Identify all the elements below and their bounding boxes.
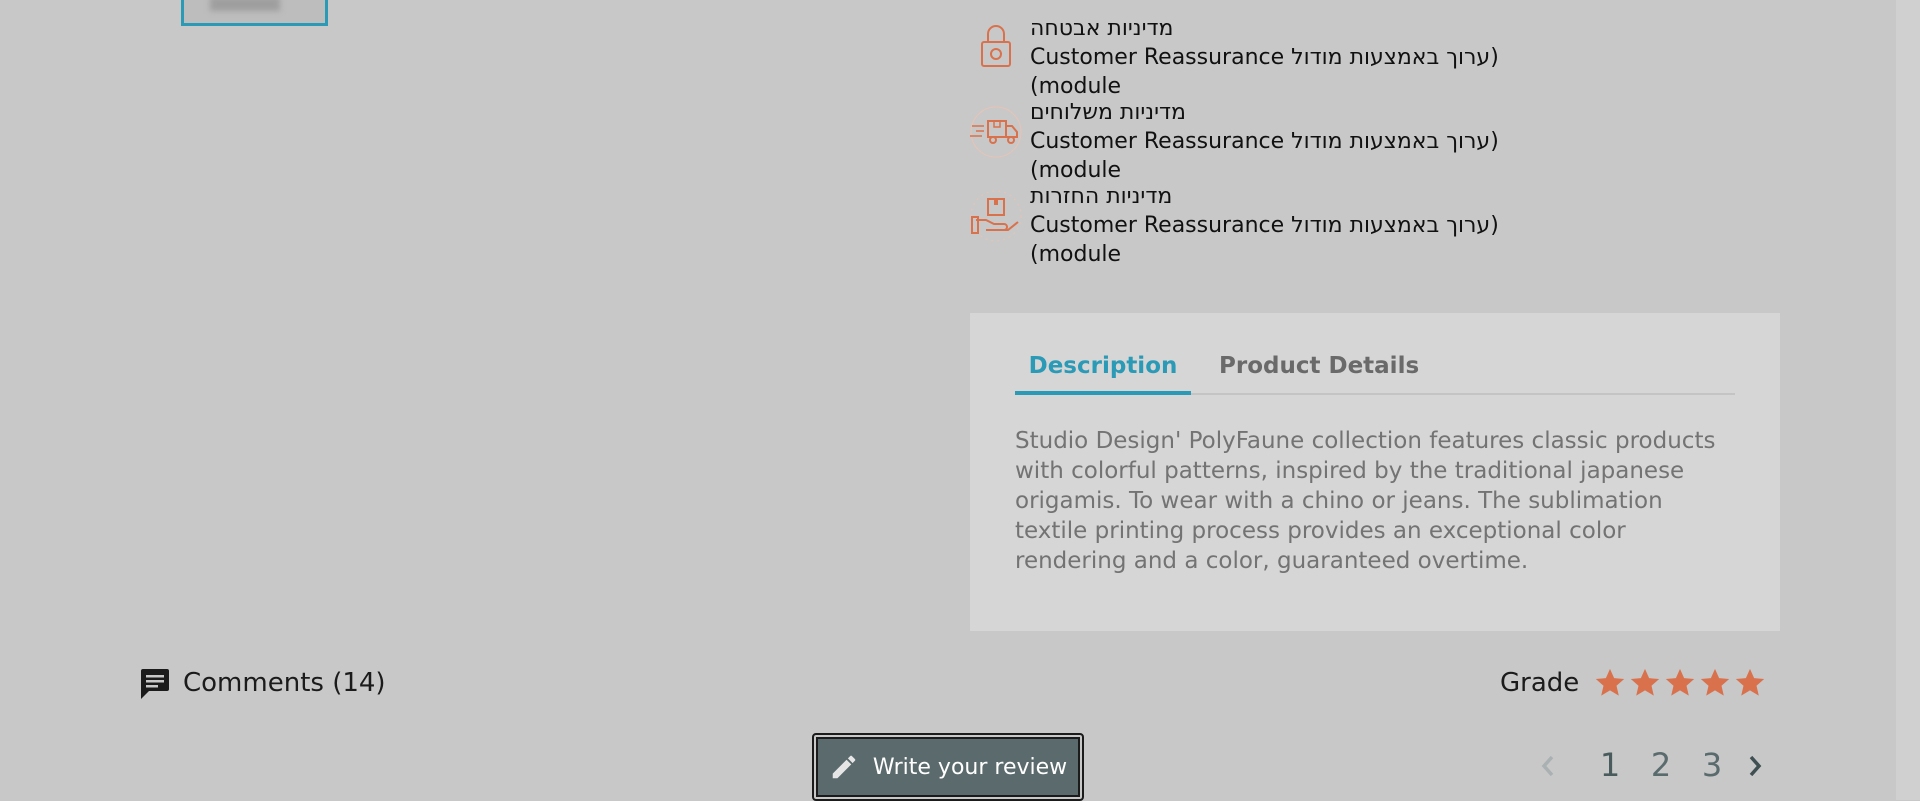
star-icon: [1736, 668, 1765, 696]
star-icon: [1631, 668, 1660, 696]
reassurance-item-shipping: מדיניות משלוחים (ערוך באמצעות מודול Cust…: [968, 98, 1608, 183]
delivery-truck-icon: [970, 106, 1022, 158]
product-info-panel: Description Product Details Studio Desig…: [970, 313, 1780, 631]
grade-summary: Grade: [1500, 663, 1768, 703]
comments-count-label: Comments (14): [183, 668, 386, 698]
product-description: Studio Design' PolyFaune collection feat…: [1015, 428, 1716, 574]
star-rating: [1593, 666, 1768, 700]
pagination-page-1[interactable]: 1: [1595, 740, 1625, 790]
reassurance-subtitle: (ערוך באמצעות מודול Customer Reassurance…: [1030, 45, 1499, 99]
write-review-button[interactable]: Write your review: [812, 733, 1084, 801]
pagination-page-3[interactable]: 3: [1697, 740, 1727, 790]
pagination-next[interactable]: [1742, 740, 1772, 790]
chevron-left-icon: [1541, 755, 1554, 777]
comments-header: Comments (14): [139, 665, 386, 701]
thumbnail-image: [210, 0, 280, 11]
product-tabs: Description Product Details: [1015, 349, 1735, 395]
star-icon: [1596, 668, 1625, 696]
padlock-icon: [981, 25, 1011, 67]
reassurance-subtitle: (ערוך באמצעות מודול Customer Reassurance…: [1030, 129, 1499, 183]
pagination-prev[interactable]: [1535, 740, 1565, 790]
tab-description[interactable]: Description: [1015, 349, 1191, 395]
grade-label: Grade: [1500, 668, 1580, 698]
reassurance-item-security: מדיניות אבטחה (ערוך באמצעות מודול Custom…: [968, 14, 1608, 99]
reassurance-title: מדיניות משלוחים: [1030, 100, 1186, 125]
reassurance-item-returns: מדיניות החזרות (ערוך באמצעות מודול Custo…: [968, 182, 1608, 267]
package-return-icon: [970, 190, 1022, 242]
star-icon: [1701, 668, 1730, 696]
product-thumbnail[interactable]: [181, 0, 328, 26]
reassurance-title: מדיניות החזרות: [1030, 184, 1173, 209]
chevron-right-icon: [1749, 755, 1762, 777]
comment-icon: [141, 669, 169, 699]
comments-pagination: 1 2 3: [1535, 740, 1765, 790]
pencil-icon: [832, 755, 856, 779]
customer-reassurance: מדיניות אבטחה (ערוך באמצעות מודול Custom…: [968, 14, 1608, 267]
reassurance-subtitle: (ערוך באמצעות מודול Customer Reassurance…: [1030, 213, 1499, 267]
tab-product-details[interactable]: Product Details: [1219, 349, 1459, 391]
pagination-page-2[interactable]: 2: [1646, 740, 1676, 790]
write-review-label: Write your review: [872, 754, 1068, 780]
page-edge: [1896, 0, 1920, 800]
star-icon: [1666, 668, 1695, 696]
reassurance-title: מדיניות אבטחה: [1030, 16, 1174, 41]
